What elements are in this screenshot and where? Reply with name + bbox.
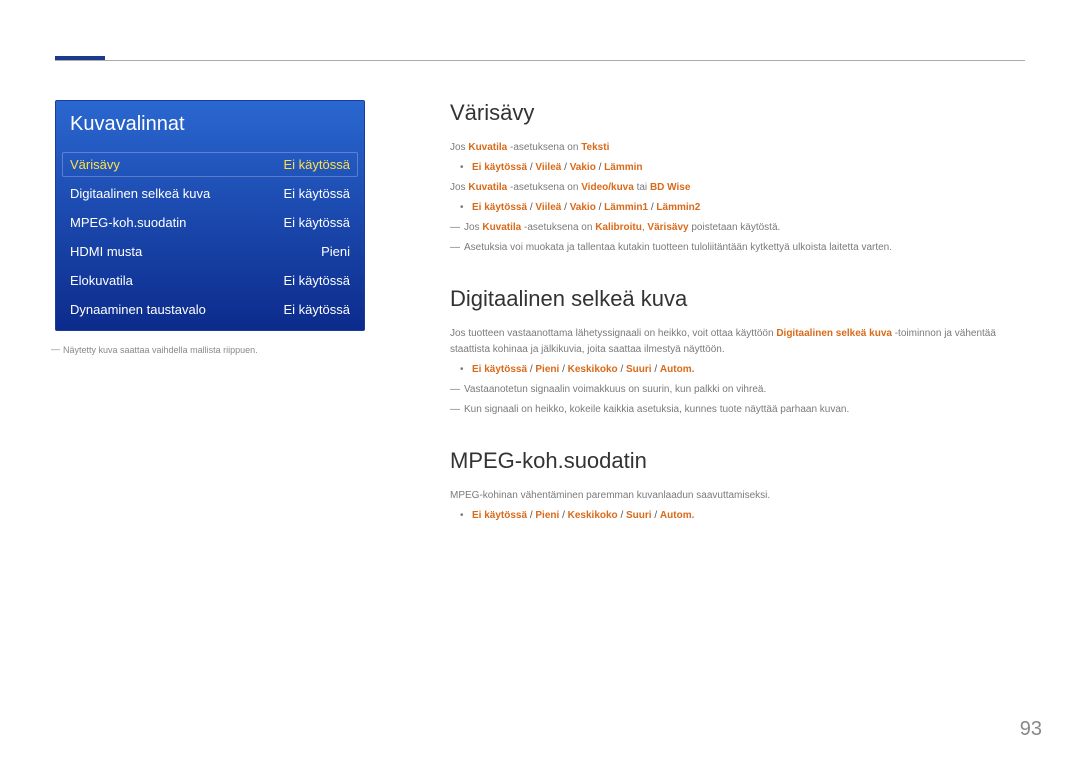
sep: / [596, 202, 604, 213]
menu-row-value: Ei käytössä [284, 157, 350, 172]
right-column: Värisävy Jos Kuvatila -asetuksena on Tek… [450, 100, 1025, 528]
menu-row-value: Ei käytössä [284, 273, 350, 288]
text: -asetuksena on [507, 182, 581, 193]
text: -asetuksena on [507, 142, 581, 153]
text: -asetuksena on [521, 222, 595, 233]
text: Jos tuotteen vastaanottama lähetyssignaa… [450, 328, 776, 339]
varisavy-note-2: Asetuksia voi muokata ja tallentaa kutak… [450, 240, 1025, 256]
option: Keskikoko [568, 364, 618, 375]
option: Viileä [535, 162, 561, 173]
left-column: Kuvavalinnat Värisävy Ei käytössä Digita… [55, 100, 365, 355]
menu-row-value: Pieni [321, 244, 350, 259]
keyword: Kalibroitu [595, 222, 642, 233]
menu-row-elokuvatila[interactable]: Elokuvatila Ei käytössä [56, 266, 364, 295]
sep: / [559, 364, 567, 375]
keyword: Kuvatila [468, 182, 507, 193]
option: Ei käytössä [472, 510, 527, 521]
menu-row-label: Värisävy [70, 157, 120, 172]
menu-row-value: Ei käytössä [284, 186, 350, 201]
option: Pieni [535, 364, 559, 375]
top-accent [55, 56, 105, 60]
option: Lämmin [604, 162, 642, 173]
section-title-mpeg: MPEG-koh.suodatin [450, 448, 1025, 474]
menu-row-digitaalinen[interactable]: Digitaalinen selkeä kuva Ei käytössä [56, 179, 364, 208]
sep: / [561, 202, 569, 213]
top-divider [55, 60, 1025, 61]
menu-row-varisavy[interactable]: Värisävy Ei käytössä [56, 150, 364, 179]
option: Suuri [626, 510, 652, 521]
keyword: Kuvatila [468, 142, 507, 153]
sep: / [652, 364, 660, 375]
option: Autom. [660, 364, 694, 375]
option: Suuri [626, 364, 652, 375]
text: poistetaan käytöstä. [689, 222, 781, 233]
menu-row-label: Dynaaminen taustavalo [70, 302, 206, 317]
sep: / [618, 364, 626, 375]
menu-row-label: Digitaalinen selkeä kuva [70, 186, 210, 201]
section-title-varisavy: Värisävy [450, 100, 1025, 126]
option: Vakio [570, 202, 596, 213]
option: Pieni [535, 510, 559, 521]
option: Keskikoko [568, 510, 618, 521]
text: Jos [464, 222, 482, 233]
text: Jos [450, 182, 468, 193]
menu-row-hdmi-musta[interactable]: HDMI musta Pieni [56, 237, 364, 266]
page-number: 93 [1020, 718, 1042, 741]
sep: / [561, 162, 569, 173]
mpeg-options: Ei käytössä / Pieni / Keskikoko / Suuri … [450, 508, 1025, 524]
digitaalinen-options: Ei käytössä / Pieni / Keskikoko / Suuri … [450, 362, 1025, 378]
section-title-digitaalinen: Digitaalinen selkeä kuva [450, 286, 1025, 312]
keyword: Teksti [581, 142, 609, 153]
sep: / [559, 510, 567, 521]
menu-row-dynaaminen[interactable]: Dynaaminen taustavalo Ei käytössä [56, 295, 364, 324]
varisavy-line1: Jos Kuvatila -asetuksena on Teksti [450, 140, 1025, 156]
option: Lämmin2 [656, 202, 700, 213]
varisavy-line2: Jos Kuvatila -asetuksena on Video/kuva t… [450, 180, 1025, 196]
mpeg-paragraph: MPEG-kohinan vähentäminen paremman kuvan… [450, 488, 1025, 504]
digitaalinen-note-1: Vastaanotetun signaalin voimakkuus on su… [450, 382, 1025, 398]
menu-row-label: MPEG-koh.suodatin [70, 215, 186, 230]
sep: / [596, 162, 604, 173]
option: Viileä [535, 202, 561, 213]
menu-row-label: HDMI musta [70, 244, 142, 259]
menu-footnote: Näytetty kuva saattaa vaihdella mallista… [55, 345, 365, 355]
menu-row-value: Ei käytössä [284, 215, 350, 230]
keyword: BD Wise [650, 182, 690, 193]
option: Ei käytössä [472, 162, 527, 173]
menu-row-value: Ei käytössä [284, 302, 350, 317]
digitaalinen-paragraph: Jos tuotteen vastaanottama lähetyssignaa… [450, 326, 1025, 358]
keyword: Video/kuva [581, 182, 634, 193]
sep: / [652, 510, 660, 521]
menu-row-mpeg[interactable]: MPEG-koh.suodatin Ei käytössä [56, 208, 364, 237]
keyword: Värisävy [647, 222, 688, 233]
varisavy-options-2: Ei käytössä / Viileä / Vakio / Lämmin1 /… [450, 200, 1025, 216]
varisavy-options-1: Ei käytössä / Viileä / Vakio / Lämmin [450, 160, 1025, 176]
keyword: Kuvatila [482, 222, 521, 233]
option: Ei käytössä [472, 202, 527, 213]
varisavy-note-1: Jos Kuvatila -asetuksena on Kalibroitu, … [450, 220, 1025, 236]
option: Lämmin1 [604, 202, 648, 213]
sep: / [618, 510, 626, 521]
digitaalinen-note-2: Kun signaali on heikko, kokeile kaikkia … [450, 402, 1025, 418]
menu-row-label: Elokuvatila [70, 273, 133, 288]
menu-title: Kuvavalinnat [56, 101, 364, 150]
option: Ei käytössä [472, 364, 527, 375]
menu-rows: Värisävy Ei käytössä Digitaalinen selkeä… [56, 150, 364, 330]
text: Jos [450, 142, 468, 153]
option: Vakio [570, 162, 596, 173]
menu-panel: Kuvavalinnat Värisävy Ei käytössä Digita… [55, 100, 365, 331]
text: tai [634, 182, 650, 193]
option: Autom. [660, 510, 694, 521]
keyword: Digitaalinen selkeä kuva [776, 328, 892, 339]
